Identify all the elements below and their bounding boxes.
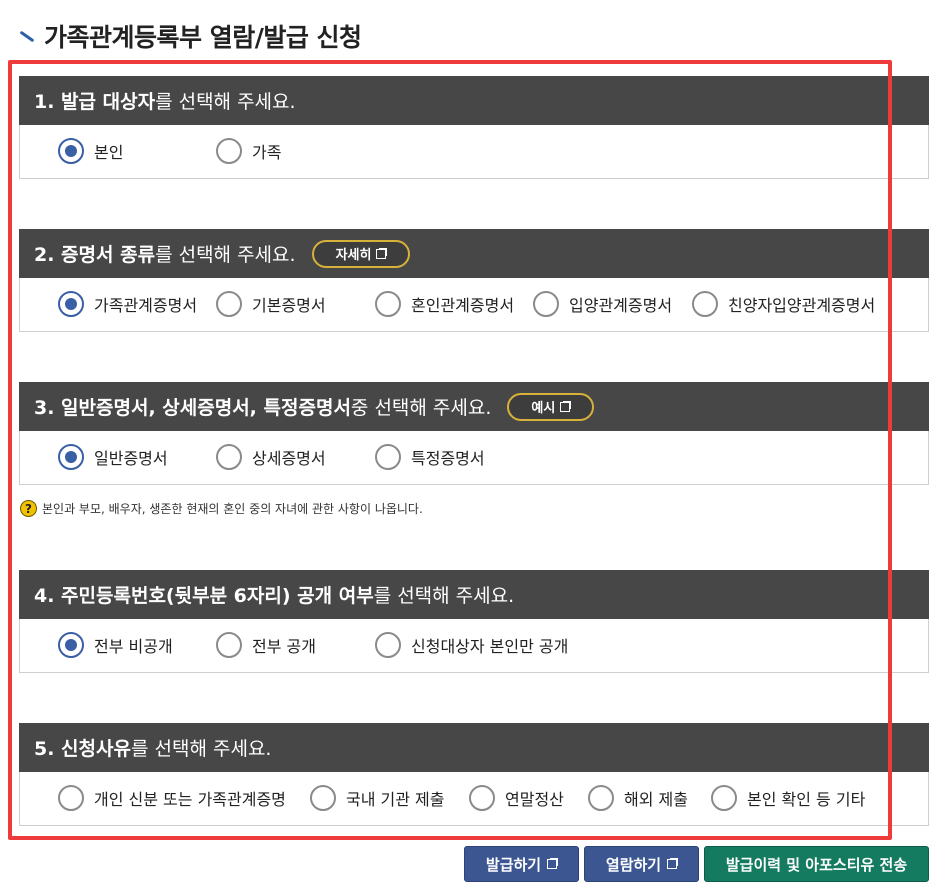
example-button-label: 예시 (531, 401, 556, 416)
radio-label: 개인 신분 또는 가족관계증명 (94, 790, 286, 809)
radio-label: 가족 (252, 143, 282, 162)
external-link-icon (376, 247, 388, 259)
view-button-label: 열람하기 (605, 855, 662, 874)
radio-option-overseas[interactable]: 해외 제출 (588, 785, 688, 811)
section-heading-rest: 중 선택해 주세요. (350, 397, 492, 419)
radio-option-marriage[interactable]: 혼인관계증명서 (375, 291, 514, 317)
radio-button[interactable] (588, 785, 614, 811)
page-title: 가족관계등록부 열람/발급 신청 (18, 18, 362, 54)
question-icon: ? (20, 500, 37, 517)
radio-option-full-adoption[interactable]: 친양자입양관계증명서 (692, 291, 875, 317)
radio-option-specific[interactable]: 특정증명서 (375, 444, 485, 470)
section-heading-rest: 를 선택해 주세요. (373, 585, 515, 607)
radio-option-self-only[interactable]: 신청대상자 본인만 공개 (375, 632, 568, 658)
radio-button[interactable] (216, 291, 242, 317)
radio-button[interactable] (375, 632, 401, 658)
details-button[interactable]: 자세히 (311, 239, 411, 268)
radio-button[interactable] (692, 291, 718, 317)
radio-label: 연말정산 (505, 790, 564, 809)
section-options: 일반증명서 상세증명서 특정증명서 (19, 431, 929, 485)
help-text: 본인과 부모, 배우자, 생존한 현재의 혼인 중의 자녀에 관한 사항이 나옵… (42, 502, 423, 516)
radio-label: 본인 확인 등 기타 (747, 790, 866, 809)
radio-option-detailed[interactable]: 상세증명서 (216, 444, 326, 470)
radio-label: 전부 비공개 (94, 637, 173, 656)
section-reason: 5. 신청사유 를 선택해 주세요. 개인 신분 또는 가족관계증명 국내 기관… (19, 723, 929, 826)
section-heading-strong: 3. 일반증명서, 상세증명서, 특정증명서 (34, 397, 351, 419)
section-heading: 2. 증명서 종류 를 선택해 주세요. 자세히 (19, 229, 929, 278)
section-heading-strong: 4. 주민등록번호(뒷부분 6자리) 공개 여부 (34, 585, 374, 607)
radio-option-tax[interactable]: 연말정산 (469, 785, 564, 811)
radio-label: 입양관계증명서 (569, 296, 673, 315)
section-target: 1. 발급 대상자 를 선택해 주세요. 본인 가족 (19, 76, 929, 179)
section-heading-rest: 를 선택해 주세요. (155, 244, 296, 266)
section-options: 전부 비공개 전부 공개 신청대상자 본인만 공개 (19, 619, 929, 673)
section-certificate-detail: 3. 일반증명서, 상세증명서, 특정증명서 중 선택해 주세요. 예시 일반증… (19, 382, 929, 485)
external-link-icon (667, 858, 679, 869)
details-button-label: 자세히 (335, 248, 372, 263)
issue-button[interactable]: 발급하기 (464, 846, 579, 882)
radio-label: 가족관계증명서 (94, 296, 198, 315)
help-note: ? 본인과 부모, 배우자, 생존한 현재의 혼인 중의 자녀에 관한 사항이 … (20, 500, 423, 517)
radio-button[interactable] (58, 785, 84, 811)
issue-button-label: 발급하기 (485, 855, 542, 874)
history-apostille-button[interactable]: 발급이력 및 아포스티유 전송 (704, 846, 929, 882)
section-resident-number: 4. 주민등록번호(뒷부분 6자리) 공개 여부 를 선택해 주세요. 전부 비… (19, 570, 929, 673)
example-button[interactable]: 예시 (507, 392, 595, 421)
radio-button[interactable] (375, 444, 401, 470)
radio-button-checked[interactable] (58, 138, 84, 164)
external-link-icon (547, 858, 559, 869)
section-heading-strong: 1. 발급 대상자 (34, 91, 156, 113)
section-options: 개인 신분 또는 가족관계증명 국내 기관 제출 연말정산 해외 제출 본인 확… (19, 772, 929, 826)
radio-button[interactable] (216, 632, 242, 658)
section-options: 본인 가족 (19, 125, 929, 179)
radio-button[interactable] (310, 785, 336, 811)
radio-label: 전부 공개 (252, 637, 316, 656)
radio-label: 해외 제출 (624, 790, 688, 809)
radio-button-checked[interactable] (58, 444, 84, 470)
section-heading-strong: 5. 신청사유 (34, 738, 131, 760)
section-certificate-type: 2. 증명서 종류 를 선택해 주세요. 자세히 가족관계증명서 기본증명서 혼… (19, 229, 929, 332)
history-button-label: 발급이력 및 아포스티유 전송 (725, 855, 908, 874)
radio-button[interactable] (711, 785, 737, 811)
radio-option-domestic[interactable]: 국내 기관 제출 (310, 785, 445, 811)
radio-option-self[interactable]: 본인 (58, 138, 123, 164)
radio-option-adoption[interactable]: 입양관계증명서 (533, 291, 672, 317)
section-heading: 4. 주민등록번호(뒷부분 6자리) 공개 여부 를 선택해 주세요. (19, 570, 929, 619)
radio-label: 특정증명서 (411, 449, 485, 468)
section-options: 가족관계증명서 기본증명서 혼인관계증명서 입양관계증명서 친양자입양관계증명서 (19, 278, 929, 332)
radio-button[interactable] (216, 138, 242, 164)
radio-button-checked[interactable] (58, 291, 84, 317)
radio-button[interactable] (533, 291, 559, 317)
external-link-icon (560, 400, 572, 412)
radio-option-identity[interactable]: 개인 신분 또는 가족관계증명 (58, 785, 286, 811)
radio-button-checked[interactable] (58, 632, 84, 658)
page-title-text: 가족관계등록부 열람/발급 신청 (44, 23, 362, 52)
radio-label: 상세증명서 (252, 449, 326, 468)
radio-option-other[interactable]: 본인 확인 등 기타 (711, 785, 865, 811)
radio-label: 일반증명서 (94, 449, 168, 468)
radio-label: 신청대상자 본인만 공개 (411, 637, 569, 656)
radio-option-family[interactable]: 가족 (216, 138, 281, 164)
radio-option-all-public[interactable]: 전부 공개 (216, 632, 316, 658)
radio-option-basic[interactable]: 기본증명서 (216, 291, 326, 317)
view-button[interactable]: 열람하기 (584, 846, 699, 882)
section-heading-strong: 2. 증명서 종류 (34, 244, 156, 266)
radio-option-all-private[interactable]: 전부 비공개 (58, 632, 173, 658)
radio-label: 친양자입양관계증명서 (728, 296, 876, 315)
radio-label: 혼인관계증명서 (411, 296, 515, 315)
radio-option-family-relation[interactable]: 가족관계증명서 (58, 291, 197, 317)
title-accent-icon (18, 27, 36, 45)
section-heading: 5. 신청사유 를 선택해 주세요. (19, 723, 929, 772)
section-heading: 3. 일반증명서, 상세증명서, 특정증명서 중 선택해 주세요. 예시 (19, 382, 929, 431)
section-heading-rest: 를 선택해 주세요. (155, 91, 296, 113)
radio-button[interactable] (469, 785, 495, 811)
section-heading: 1. 발급 대상자 를 선택해 주세요. (19, 76, 929, 125)
section-heading-rest: 를 선택해 주세요. (130, 738, 272, 760)
radio-label: 기본증명서 (252, 296, 326, 315)
radio-button[interactable] (375, 291, 401, 317)
radio-label: 국내 기관 제출 (346, 790, 445, 809)
radio-button[interactable] (216, 444, 242, 470)
radio-label: 본인 (94, 143, 124, 162)
radio-option-general[interactable]: 일반증명서 (58, 444, 168, 470)
